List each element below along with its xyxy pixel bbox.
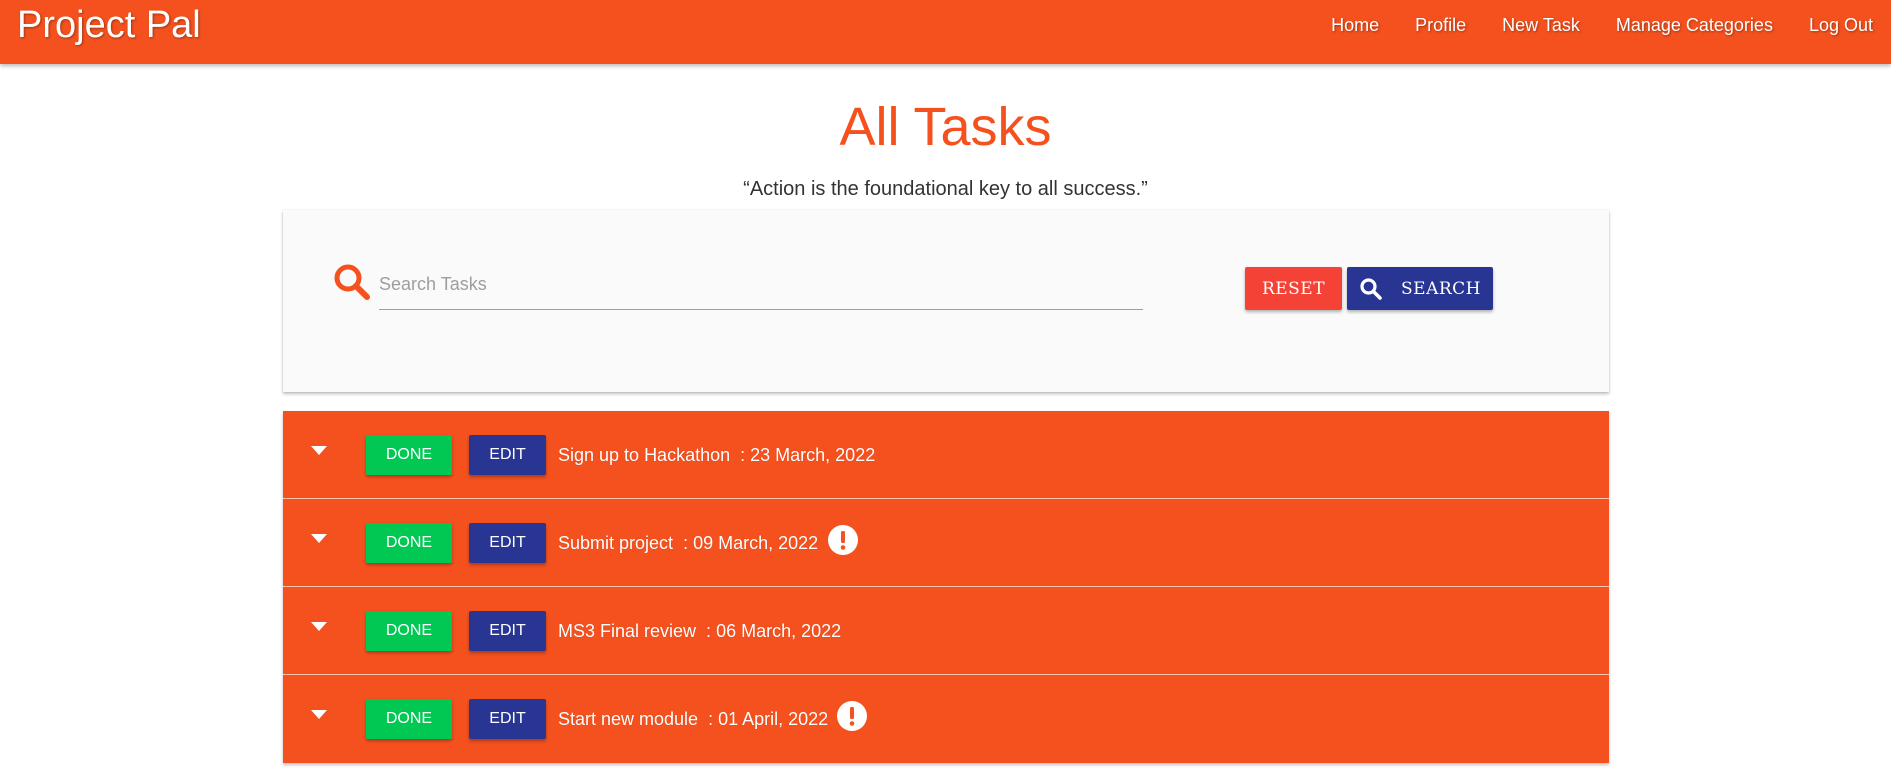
edit-button[interactable]: EDIT bbox=[469, 699, 546, 739]
nav-link-log-out[interactable]: Log Out bbox=[1791, 15, 1891, 36]
task-row[interactable]: DONE EDIT Sign up to Hackathon : 23 Marc… bbox=[283, 411, 1609, 499]
task-title: Start new module : 01 April, 2022 bbox=[558, 709, 829, 729]
task-due-date: 23 March, 2022 bbox=[750, 445, 876, 465]
exclamation-icon bbox=[837, 701, 867, 731]
task-name: Submit project bbox=[558, 533, 674, 553]
task-row[interactable]: DONE EDIT Submit project : 09 March, 202… bbox=[283, 499, 1609, 587]
task-due-date: 09 March, 2022 bbox=[693, 533, 819, 553]
nav-link-manage-categories[interactable]: Manage Categories bbox=[1598, 15, 1791, 36]
task-name: Start new module bbox=[558, 709, 699, 729]
edit-button[interactable]: EDIT bbox=[469, 611, 546, 651]
task-title: Submit project : 09 March, 2022 bbox=[558, 533, 819, 553]
brand-logo[interactable]: Project Pal bbox=[17, 5, 201, 45]
nav-links: Home Profile New Task Manage Categories … bbox=[1313, 0, 1891, 50]
motivational-quote: “Action is the foundational key to all s… bbox=[743, 178, 1148, 200]
done-button[interactable]: DONE bbox=[366, 699, 452, 739]
task-due-date: 01 April, 2022 bbox=[718, 709, 829, 729]
task-name: MS3 Final review bbox=[558, 621, 697, 641]
nav-link-home[interactable]: Home bbox=[1313, 15, 1397, 36]
caret-down-icon[interactable] bbox=[310, 620, 328, 632]
search-icon bbox=[1360, 277, 1382, 300]
task-title: MS3 Final review : 06 March, 2022 bbox=[558, 621, 842, 641]
done-button[interactable]: DONE bbox=[366, 435, 452, 475]
search-icon bbox=[334, 264, 370, 300]
nav-link-profile[interactable]: Profile bbox=[1397, 15, 1484, 36]
search-input[interactable] bbox=[379, 260, 1143, 310]
reset-button[interactable]: RESET bbox=[1245, 267, 1342, 310]
search-card: RESET SEARCH bbox=[283, 210, 1609, 392]
navbar: Project Pal Home Profile New Task Manage… bbox=[0, 0, 1891, 64]
done-button[interactable]: DONE bbox=[366, 611, 452, 651]
caret-down-icon[interactable] bbox=[310, 708, 328, 720]
caret-down-icon[interactable] bbox=[310, 444, 328, 456]
task-due-date: 06 March, 2022 bbox=[716, 621, 842, 641]
task-row[interactable]: DONE EDIT Start new module : 01 April, 2… bbox=[283, 675, 1609, 763]
edit-button[interactable]: EDIT bbox=[469, 435, 546, 475]
page-title: All Tasks bbox=[839, 97, 1052, 157]
task-name: Sign up to Hackathon bbox=[558, 445, 731, 465]
done-button[interactable]: DONE bbox=[366, 523, 452, 563]
task-title: Sign up to Hackathon : 23 March, 2022 bbox=[558, 445, 876, 465]
search-button-label: SEARCH bbox=[1401, 278, 1481, 299]
nav-link-new-task[interactable]: New Task bbox=[1484, 15, 1598, 36]
task-list: DONE EDIT Sign up to Hackathon : 23 Marc… bbox=[283, 411, 1609, 763]
search-button[interactable]: SEARCH bbox=[1347, 267, 1493, 310]
reset-button-label: RESET bbox=[1261, 278, 1326, 299]
edit-button[interactable]: EDIT bbox=[469, 523, 546, 563]
exclamation-icon bbox=[828, 525, 858, 555]
task-row[interactable]: DONE EDIT MS3 Final review : 06 March, 2… bbox=[283, 587, 1609, 675]
caret-down-icon[interactable] bbox=[310, 532, 328, 544]
